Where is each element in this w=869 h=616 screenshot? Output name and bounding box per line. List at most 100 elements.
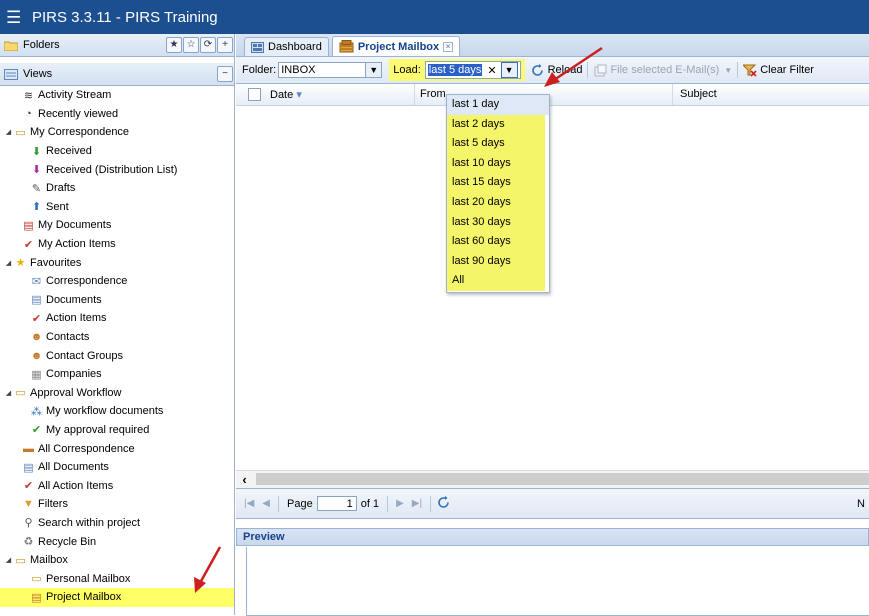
document-icon: ▤ [31, 294, 42, 307]
sidebar-item-contacts[interactable]: ☻ Contacts [0, 328, 234, 347]
page-number-input[interactable]: 1 [316, 496, 357, 511]
refresh-icon[interactable] [437, 495, 450, 512]
load-dropdown-list: last 1 day last 2 days last 5 days last 10 … [446, 94, 550, 293]
scroll-left-icon[interactable]: ‹ [236, 471, 253, 488]
chevron-down-icon[interactable]: ▼ [500, 62, 518, 78]
sidebar-item-filters[interactable]: ▼ Filters [0, 495, 234, 514]
sidebar-item-label: Approval Workflow [30, 386, 122, 399]
sidebar-item-my-documents[interactable]: ▤ My Documents [0, 216, 234, 235]
expand-icon[interactable]: + [217, 37, 233, 53]
sidebar-item-my-workflow-documents[interactable]: ⁂ My workflow documents [0, 402, 234, 421]
load-option[interactable]: last 5 days [447, 134, 549, 154]
file-selected-button[interactable]: File selected E-Mail(s) ▼ [593, 64, 732, 77]
paging-toolbar: |◀ ◀ Page 1 of 1 ▶ ▶| N [236, 488, 869, 519]
load-option[interactable]: last 90 days [447, 252, 549, 272]
sidebar-item-all-correspondence[interactable]: ▬ All Correspondence [0, 439, 234, 458]
tab-project-mailbox-label: Project Mailbox [357, 40, 440, 53]
first-page-icon[interactable]: |◀ [244, 498, 254, 509]
drafts-icon: ✎ [31, 182, 42, 195]
chevron-down-icon[interactable]: ▼ [724, 66, 732, 75]
sidebar-item-action-items[interactable]: ✔ Action Items [0, 309, 234, 328]
refresh-icon[interactable]: ⟳ [200, 37, 216, 53]
load-option[interactable]: All [447, 271, 549, 291]
tab-project-mailbox[interactable]: Project Mailbox × [331, 36, 461, 56]
views-panel-header[interactable]: Views − [0, 63, 234, 86]
sidebar-item-label: Received [46, 145, 92, 158]
sidebar-item-contact-groups[interactable]: ☻ Contact Groups [0, 346, 234, 365]
sidebar-item-label: Drafts [46, 182, 76, 195]
load-option[interactable]: last 10 days [447, 154, 549, 174]
sidebar-item-label: Contacts [46, 331, 90, 344]
load-option[interactable]: last 20 days [447, 193, 549, 213]
load-option[interactable]: last 1 day [447, 95, 549, 115]
clear-filter-button[interactable]: Clear Filter [743, 64, 814, 77]
sidebar-item-search-within-project[interactable]: ⚲ Search within project [0, 514, 234, 533]
column-from[interactable]: From [420, 88, 446, 100]
hamburger-icon[interactable]: ☰ [6, 9, 26, 26]
load-combo[interactable]: last 5 days ✕ ▼ [424, 61, 521, 79]
expand-triangle-icon[interactable]: ◢ [4, 389, 13, 397]
search-icon: ⚲ [24, 517, 33, 530]
last-page-icon[interactable]: ▶| [412, 498, 422, 509]
column-subject[interactable]: Subject [680, 88, 717, 100]
column-date-label: Date [270, 89, 294, 101]
select-all-checkbox[interactable] [248, 88, 261, 101]
favourite-add-icon[interactable]: ★ [166, 37, 182, 53]
horizontal-scrollbar[interactable]: ‹ [236, 470, 869, 488]
previous-page-icon[interactable]: ◀ [262, 498, 270, 509]
load-option[interactable]: last 60 days [447, 232, 549, 252]
sidebar-item-label: Companies [46, 368, 102, 381]
sidebar-item-my-approval-required[interactable]: ✔ My approval required [0, 421, 234, 440]
expand-triangle-icon[interactable]: ◢ [4, 128, 13, 136]
clock-icon: ◔ [25, 107, 32, 120]
sidebar-item-label: Received (Distribution List) [46, 163, 178, 176]
sidebar-item-sent[interactable]: ⬆ Sent [0, 198, 234, 217]
sidebar-item-activity-stream[interactable]: ≋ Activity Stream [0, 86, 234, 105]
sidebar-item-correspondence[interactable]: ✉ Correspondence [0, 272, 234, 291]
sidebar-item-label: Documents [46, 293, 102, 306]
favourite-remove-icon[interactable]: ☆ [183, 37, 199, 53]
recycle-bin-icon: ♻ [23, 536, 34, 549]
sidebar-item-documents[interactable]: ▤ Documents [0, 291, 234, 310]
clear-filter-icon [743, 64, 757, 77]
sidebar-item-label: Recently viewed [38, 107, 119, 120]
sidebar-item-companies[interactable]: ▦ Companies [0, 365, 234, 384]
sidebar-item-label: Correspondence [46, 275, 128, 288]
toolbar-separator [737, 62, 739, 78]
approval-icon: ✔ [31, 424, 42, 437]
sidebar-item-label: All Correspondence [38, 442, 135, 455]
sidebar-item-favourites[interactable]: ◢ ★ Favourites [0, 253, 234, 272]
folders-panel-header[interactable]: Folders ★ ☆ ⟳ + [0, 34, 234, 57]
preview-header[interactable]: Preview [236, 528, 869, 546]
dashboard-icon [251, 41, 264, 53]
expand-triangle-icon[interactable]: ◢ [4, 556, 13, 564]
sidebar-item-recently-viewed[interactable]: ◔ Recently viewed [0, 105, 234, 124]
chevron-down-icon[interactable]: ▼ [365, 63, 382, 77]
sidebar-item-my-correspondence[interactable]: ◢ ▭ My Correspondence [0, 123, 234, 142]
close-icon[interactable]: × [443, 41, 454, 52]
load-option[interactable]: last 2 days [447, 115, 549, 135]
next-page-icon[interactable]: ▶ [396, 498, 404, 509]
scrollbar-thumb[interactable] [256, 473, 869, 485]
clear-icon[interactable]: ✕ [487, 64, 496, 77]
sidebar-item-my-action-items[interactable]: ✔ My Action Items [0, 235, 234, 254]
pager-separator [430, 495, 432, 512]
expand-triangle-icon[interactable]: ◢ [4, 259, 13, 267]
sidebar-item-all-action-items[interactable]: ✔ All Action Items [0, 476, 234, 495]
project-mailbox-icon: ▤ [31, 591, 42, 604]
sidebar-item-received-distribution-list[interactable]: ⬇ Received (Distribution List) [0, 160, 234, 179]
load-combo-value[interactable]: last 5 days [427, 64, 483, 76]
load-option[interactable]: last 15 days [447, 173, 549, 193]
tab-dashboard[interactable]: Dashboard [244, 37, 329, 56]
sidebar-item-label: My approval required [46, 423, 150, 436]
folder-icon: ▭ [15, 387, 26, 400]
sidebar-item-label: Sent [46, 200, 69, 213]
sidebar-item-received[interactable]: ⬇ Received [0, 142, 234, 161]
load-option[interactable]: last 30 days [447, 213, 549, 233]
sidebar-item-approval-workflow[interactable]: ◢ ▭ Approval Workflow [0, 384, 234, 403]
sidebar-item-all-documents[interactable]: ▤ All Documents [0, 458, 234, 477]
column-date[interactable]: Date ▾ [270, 88, 302, 101]
folder-select[interactable]: INBOX ▼ [278, 62, 383, 78]
collapse-icon[interactable]: − [217, 66, 233, 82]
sidebar-item-drafts[interactable]: ✎ Drafts [0, 179, 234, 198]
